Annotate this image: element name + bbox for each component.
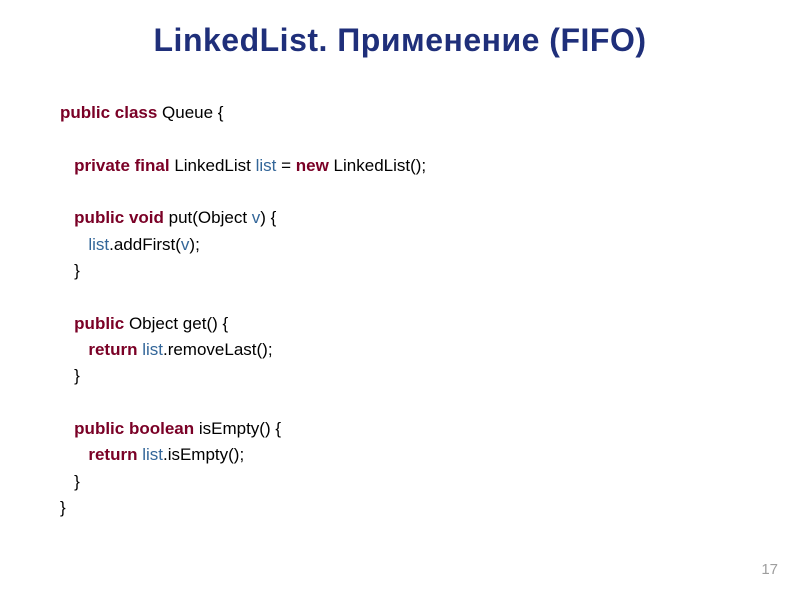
code-text: =	[276, 156, 295, 175]
code-text: LinkedList	[174, 156, 255, 175]
code-text: );	[189, 235, 199, 254]
code-keyword: return	[88, 445, 142, 464]
code-keyword: new	[296, 156, 334, 175]
code-text: isEmpty() {	[199, 419, 281, 438]
code-keyword: public void	[74, 208, 168, 227]
code-text: }	[60, 498, 66, 517]
code-text: .removeLast();	[163, 340, 273, 359]
code-keyword: public	[74, 314, 129, 333]
code-ident: list	[142, 445, 163, 464]
code-text: Queue {	[162, 103, 223, 122]
code-keyword: return	[88, 340, 142, 359]
code-text: LinkedList();	[334, 156, 427, 175]
code-text: }	[74, 472, 80, 491]
code-ident: v	[252, 208, 261, 227]
code-ident: list	[142, 340, 163, 359]
code-block: public class Queue { private final Linke…	[60, 100, 426, 522]
code-ident: list	[256, 156, 277, 175]
code-text: Object get() {	[129, 314, 228, 333]
code-text: }	[74, 261, 80, 280]
code-text: }	[74, 366, 80, 385]
slide: LinkedList. Применение (FIFO) public cla…	[0, 0, 800, 600]
code-ident: list	[88, 235, 109, 254]
code-keyword: public class	[60, 103, 162, 122]
code-text: ) {	[260, 208, 276, 227]
page-number: 17	[761, 561, 778, 578]
code-text: put(Object	[169, 208, 252, 227]
slide-title: LinkedList. Применение (FIFO)	[0, 22, 800, 59]
code-keyword: private final	[74, 156, 174, 175]
code-keyword: public boolean	[74, 419, 199, 438]
code-text: .isEmpty();	[163, 445, 244, 464]
code-text: .addFirst(	[109, 235, 181, 254]
